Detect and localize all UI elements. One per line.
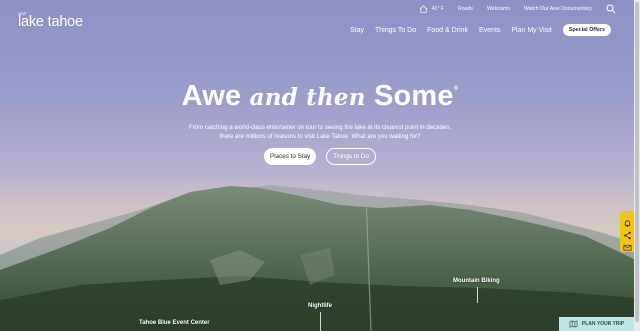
things-to-do-button[interactable]: Things to Do: [326, 148, 376, 165]
map-label-mountain-biking[interactable]: Mountain Biking: [453, 278, 500, 284]
roads-link[interactable]: Roads: [458, 6, 473, 12]
hero-title-some: Some: [373, 80, 454, 112]
weather-widget[interactable]: 41° F: [419, 5, 444, 13]
documentary-link[interactable]: Watch Our Awe Documentary: [524, 6, 592, 12]
site-logo[interactable]: visit lake tahoe: [18, 11, 90, 31]
plan-your-trip-button[interactable]: PLAN YOUR TRIP: [559, 317, 634, 331]
hero-buttons: Places to Stay Things to Do: [0, 148, 640, 165]
nav-item-food-drink[interactable]: Food & Drink: [427, 27, 468, 34]
search-icon[interactable]: [606, 4, 616, 14]
registered-mark: ®: [453, 86, 459, 92]
places-to-stay-button[interactable]: Places to Stay: [264, 148, 317, 165]
map-label-event-center[interactable]: Tahoe Blue Event Center: [139, 320, 210, 326]
map-pin-line: [320, 312, 321, 331]
nav-item-things-to-do[interactable]: Things To Do: [375, 27, 416, 34]
scrollbar-thumb[interactable]: [635, 2, 639, 322]
hero-background-image: [0, 185, 640, 331]
side-action-rail: [620, 211, 634, 252]
page-scrollbar[interactable]: [634, 0, 640, 331]
main-nav: Stay Things To Do Food & Drink Events Pl…: [339, 23, 611, 37]
home-icon: [419, 5, 427, 13]
map-icon: [569, 320, 578, 328]
plan-your-trip-label: PLAN YOUR TRIP: [581, 321, 625, 327]
temperature: 41° F: [431, 6, 444, 12]
hero-subtitle: From catching a world-class entertainer …: [170, 123, 470, 141]
hero-title: Awe and then Some®: [0, 80, 640, 113]
mail-icon[interactable]: [623, 239, 632, 251]
hero-subtitle-line2: there are millions of reasons to visit L…: [219, 133, 421, 140]
hero-title-script: and then: [249, 84, 366, 111]
nav-item-plan-my-visit[interactable]: Plan My Visit: [511, 27, 551, 34]
share-icon[interactable]: [623, 227, 632, 240]
nav-item-stay[interactable]: Stay: [350, 27, 364, 34]
bell-icon[interactable]: [623, 215, 632, 227]
utility-bar: 41° F Roads Webcams Watch Our Awe Docume…: [419, 3, 616, 15]
map-pin-line: [477, 287, 478, 303]
special-offers-button[interactable]: Special Offers: [562, 24, 611, 36]
webcams-link[interactable]: Webcams: [487, 6, 510, 12]
hero-title-awe: Awe: [181, 80, 242, 112]
nav-item-events[interactable]: Events: [479, 27, 500, 34]
map-label-nightlife[interactable]: Nightlife: [308, 303, 332, 309]
logo-name: lake tahoe: [18, 14, 83, 30]
hero-subtitle-line1: From catching a world-class entertainer …: [188, 124, 452, 131]
